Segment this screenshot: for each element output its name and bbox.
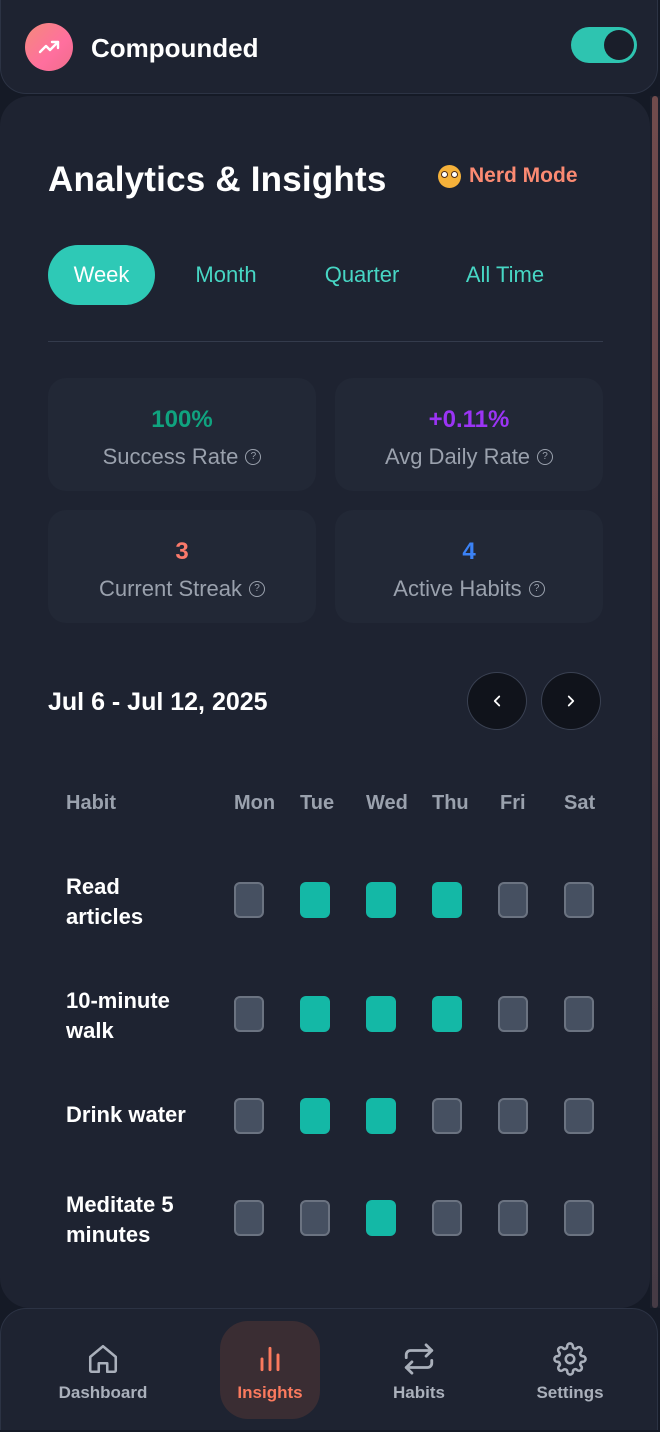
habit-day-checkbox[interactable] (300, 882, 330, 918)
habit-day-checkbox[interactable] (234, 1098, 264, 1134)
habit-day-checkbox[interactable] (234, 1200, 264, 1236)
habit-day-checkbox[interactable] (300, 1098, 330, 1134)
habit-day-checkbox[interactable] (432, 996, 462, 1032)
nav-label: Habits (393, 1383, 445, 1402)
habit-name: 10-minute walk (66, 988, 170, 1043)
tab-all-time[interactable]: All Time (458, 245, 552, 305)
habit-day-checkbox[interactable] (498, 1200, 528, 1236)
nav-dashboard[interactable]: Dashboard (53, 1321, 153, 1419)
nerd-mode-label: Nerd Mode (469, 164, 578, 187)
stat-label-row: Avg Daily Rate? (335, 444, 603, 470)
help-icon[interactable]: ? (245, 449, 262, 465)
nav-label: Dashboard (58, 1383, 148, 1402)
chevron-left-icon (493, 695, 501, 707)
period-tabs: Week Month Quarter All Time (48, 245, 608, 305)
column-header-wed: Wed (366, 792, 408, 814)
trending-up-icon (25, 23, 73, 71)
habit-day-checkbox[interactable] (498, 1098, 528, 1134)
habit-day-checkbox[interactable] (432, 882, 462, 918)
stat-success-rate: 100% Success Rate? (48, 378, 316, 491)
help-icon[interactable]: ? (528, 581, 545, 597)
habit-day-checkbox[interactable] (564, 1200, 594, 1236)
column-header-fri: Fri (500, 792, 526, 814)
habit-name: Meditate 5 minutes (66, 1192, 174, 1247)
page-title: Analytics & Insights (48, 160, 387, 199)
tab-week[interactable]: Week (48, 245, 155, 305)
habit-day-checkbox[interactable] (234, 882, 264, 918)
habit-day-checkbox[interactable] (366, 1200, 396, 1236)
stat-value: 4 (462, 538, 476, 565)
repeat-icon (401, 1341, 437, 1377)
habit-day-checkbox[interactable] (300, 1200, 330, 1236)
scrollbar-thumb[interactable] (652, 96, 658, 1308)
nav-insights[interactable]: Insights (220, 1321, 320, 1419)
app-title: Compounded (91, 33, 259, 63)
habit-name: Read articles (66, 874, 144, 929)
habit-day-checkbox[interactable] (432, 1200, 462, 1236)
habit-day-checkbox[interactable] (300, 996, 330, 1032)
habit-day-checkbox[interactable] (366, 1098, 396, 1134)
column-header-sat: Sat (564, 792, 596, 814)
divider (48, 341, 603, 342)
habit-day-checkbox[interactable] (366, 996, 396, 1032)
stat-label: Current Streak (98, 576, 243, 601)
home-icon (85, 1341, 121, 1377)
habit-day-checkbox[interactable] (498, 882, 528, 918)
next-week-button[interactable] (541, 672, 601, 730)
week-range: Jul 6 - Jul 12, 2025 (48, 688, 268, 716)
tab-quarter[interactable]: Quarter (316, 245, 408, 305)
app-header: Compounded (0, 0, 658, 94)
habit-day-checkbox[interactable] (564, 996, 594, 1032)
previous-week-button[interactable] (467, 672, 527, 730)
stat-label-row: Success Rate? (48, 444, 316, 470)
habit-name: Drink water (66, 1102, 186, 1127)
nerd-mode-button[interactable]: Nerd Mode (438, 164, 578, 188)
column-header-mon: Mon (234, 792, 276, 814)
habit-day-checkbox[interactable] (498, 996, 528, 1032)
habit-day-checkbox[interactable] (366, 882, 396, 918)
column-header-tue: Tue (300, 792, 335, 814)
nav-label: Settings (536, 1383, 604, 1402)
bottom-nav: Dashboard Insights Habits Settings (0, 1308, 658, 1430)
nav-settings[interactable]: Settings (520, 1321, 620, 1419)
tab-month[interactable]: Month (184, 245, 268, 305)
gear-icon (552, 1341, 588, 1377)
stat-active-habits: 4 Active Habits? (335, 510, 603, 623)
column-header-habit: Habit (66, 792, 116, 814)
chevron-right-icon (567, 695, 575, 707)
help-icon[interactable]: ? (249, 581, 266, 597)
theme-toggle[interactable] (571, 27, 637, 63)
stat-current-streak: 3 Current Streak? (48, 510, 316, 623)
bar-chart-icon (252, 1341, 288, 1377)
stat-value: +0.11% (428, 406, 510, 433)
help-icon[interactable]: ? (537, 449, 554, 465)
habit-day-checkbox[interactable] (432, 1098, 462, 1134)
stat-label-row: Active Habits? (335, 576, 603, 602)
nerd-face-icon (438, 164, 461, 188)
stat-avg-daily-rate: +0.11% Avg Daily Rate? (335, 378, 603, 491)
stat-value: 3 (175, 538, 189, 565)
habit-day-checkbox[interactable] (564, 882, 594, 918)
nav-label: Insights (237, 1383, 303, 1402)
stat-label: Avg Daily Rate (384, 444, 531, 469)
habit-day-checkbox[interactable] (564, 1098, 594, 1134)
habit-day-checkbox[interactable] (234, 996, 264, 1032)
stat-label: Success Rate (102, 444, 239, 469)
stat-label: Active Habits (393, 576, 522, 601)
column-header-thu: Thu (432, 792, 469, 814)
stat-value: 100% (151, 406, 213, 433)
stat-label-row: Current Streak? (48, 576, 316, 602)
nav-habits[interactable]: Habits (369, 1321, 469, 1419)
toggle-knob (604, 30, 634, 60)
